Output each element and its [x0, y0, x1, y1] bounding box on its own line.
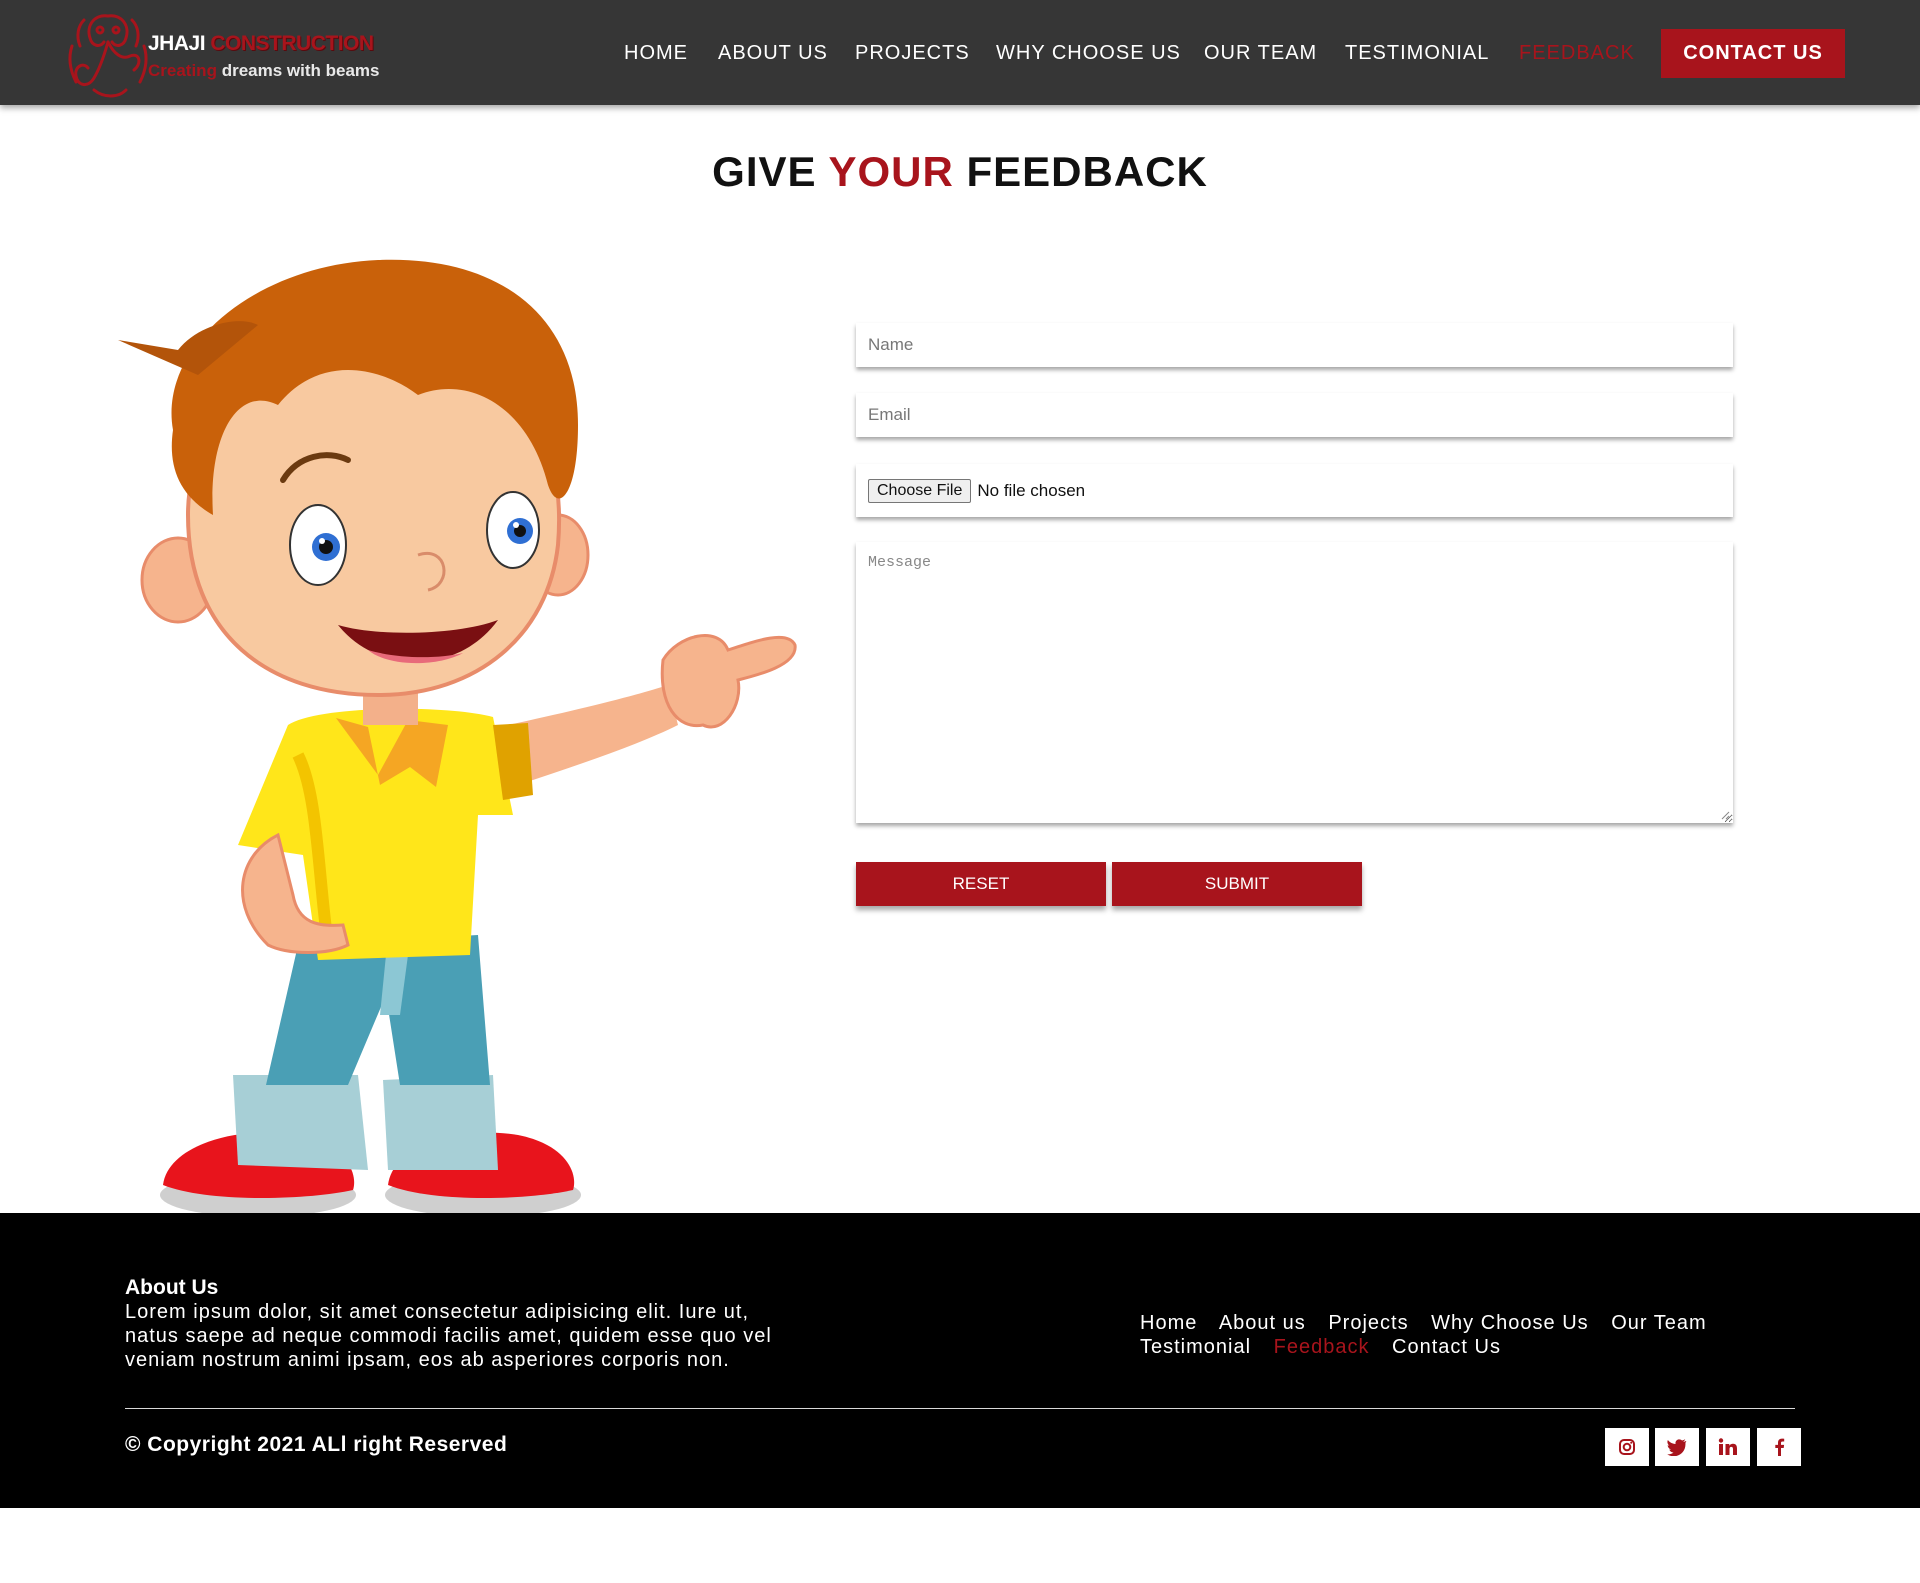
cartoon-boy-illustration — [118, 259, 797, 1215]
page-title-part1: GIVE — [712, 148, 817, 195]
contact-us-button[interactable]: CONTACT US — [1661, 29, 1845, 78]
email-input[interactable] — [856, 393, 1733, 437]
brand-name-part1: JHAJI — [148, 32, 206, 55]
twitter-icon — [1667, 1439, 1687, 1456]
brand-tagline-part2: dreams with beams — [221, 61, 380, 80]
nav-testimonial[interactable]: TESTIMONIAL — [1345, 38, 1489, 68]
footer-about-title: About Us — [125, 1276, 219, 1299]
nav-about-us[interactable]: ABOUT US — [718, 38, 828, 68]
footer-about-text: Lorem ipsum dolor, sit amet consectetur … — [125, 1301, 772, 1371]
name-field-wrapper — [856, 323, 1733, 367]
ganesha-logo-icon — [68, 14, 148, 98]
footer-link-our-team[interactable]: Our Team — [1611, 1312, 1706, 1334]
footer-link-testimonial[interactable]: Testimonial — [1140, 1336, 1251, 1358]
footer-divider — [125, 1408, 1795, 1409]
brand-tagline-part1: Creating — [148, 61, 217, 80]
copyright-text: © Copyright 2021 ALl right Reserved — [125, 1433, 508, 1456]
brand-name-part2: CONSTRUCTION — [210, 32, 374, 55]
linkedin-icon — [1718, 1438, 1737, 1455]
page-title-part2: YOUR — [828, 148, 954, 195]
nav-projects[interactable]: PROJECTS — [855, 38, 970, 68]
brand-logo[interactable]: JHAJI CONSTRUCTION Creating dreams with … — [64, 6, 384, 102]
choose-file-button[interactable]: Choose File — [868, 478, 972, 503]
brand-name: JHAJI CONSTRUCTION — [148, 32, 374, 56]
file-upload-field: Choose File No file chosen — [856, 464, 1733, 517]
twitter-link[interactable] — [1655, 1428, 1699, 1466]
page-title: GIVE YOUR FEEDBACK — [0, 148, 1920, 196]
navbar: JHAJI CONSTRUCTION Creating dreams with … — [0, 0, 1920, 105]
file-status-text: No file chosen — [977, 480, 1086, 500]
email-field-wrapper — [856, 393, 1733, 437]
reset-button[interactable]: RESET — [856, 862, 1106, 906]
facebook-icon — [1775, 1438, 1785, 1456]
instagram-link[interactable] — [1605, 1428, 1649, 1466]
footer: About Us Lorem ipsum dolor, sit amet con… — [0, 1213, 1920, 1508]
footer-link-home[interactable]: Home — [1140, 1312, 1197, 1334]
nav-our-team[interactable]: OUR TEAM — [1204, 38, 1317, 68]
submit-button[interactable]: SUBMIT — [1112, 862, 1362, 906]
linkedin-link[interactable] — [1706, 1428, 1750, 1466]
facebook-link[interactable] — [1757, 1428, 1801, 1466]
page-title-part3: FEEDBACK — [966, 148, 1208, 195]
message-field-wrapper — [856, 542, 1733, 823]
message-textarea[interactable] — [856, 542, 1733, 823]
nav-feedback[interactable]: FEEDBACK — [1519, 38, 1635, 68]
nav-why-choose-us[interactable]: WHY CHOOSE US — [996, 38, 1181, 68]
nav-home[interactable]: HOME — [624, 38, 688, 68]
name-input[interactable] — [856, 323, 1733, 367]
instagram-icon — [1619, 1439, 1635, 1455]
footer-link-why-choose-us[interactable]: Why Choose Us — [1431, 1312, 1589, 1334]
footer-link-contact-us[interactable]: Contact Us — [1392, 1336, 1501, 1358]
footer-link-projects[interactable]: Projects — [1328, 1312, 1408, 1334]
resize-handle-icon[interactable] — [1720, 810, 1730, 820]
brand-tagline: Creating dreams with beams — [148, 61, 379, 81]
footer-nav: Home About us Projects Why Choose Us Our… — [1140, 1311, 1740, 1359]
footer-link-about-us[interactable]: About us — [1219, 1312, 1306, 1334]
footer-link-feedback[interactable]: Feedback — [1274, 1336, 1370, 1358]
